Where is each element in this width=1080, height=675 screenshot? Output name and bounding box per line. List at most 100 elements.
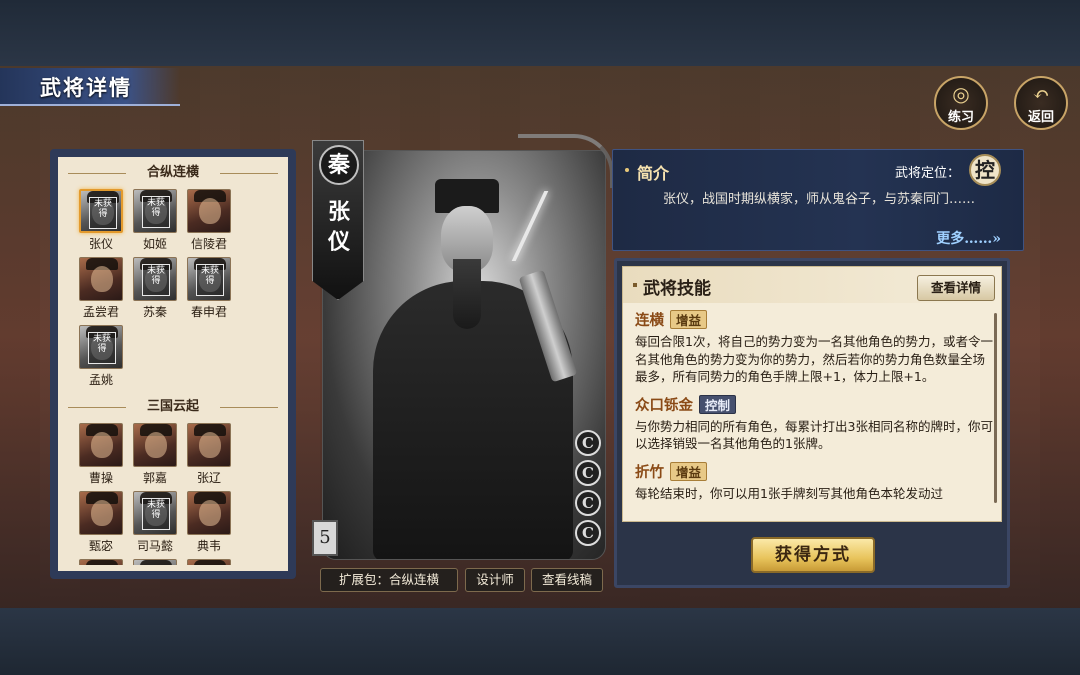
hero-list-panel: 合纵连横 未获得 张仪 未获得 如姬 信陵君 孟尝君 未获得 苏秦 未获得 春申君 未获得 孟姚 三国云起… xyxy=(50,149,296,579)
skill-entry: 折竹 增益 每轮结束时，你可以用1张手牌刻写其他角色本轮发动过 xyxy=(635,461,995,503)
practice-button[interactable]: ◎ 练习 xyxy=(934,76,988,130)
page-title: 武将详情 xyxy=(40,75,132,100)
back-arrow-icon: ↶ xyxy=(1032,82,1050,106)
hero-portrait xyxy=(79,491,123,535)
skills-panel: 武将技能 查看详情 连横 增益 每回合限1次，将自己的势力变为一名其他角色的势力，或… xyxy=(614,258,1010,588)
hero-slot[interactable]: 未获得 春申君 xyxy=(182,255,236,323)
hp-icon: C xyxy=(575,520,601,546)
hero-card-name: 张仪 xyxy=(327,199,350,255)
skills-scrollbar[interactable] xyxy=(994,313,997,503)
hero-card-art xyxy=(322,150,606,560)
kingdom-tag: 秦 张仪 xyxy=(312,140,364,300)
hero-name: 孟尝君 xyxy=(82,305,119,319)
skill-name: 折竹 xyxy=(635,463,664,481)
hero-name: 孟姚 xyxy=(88,373,113,387)
hero-grid: 曹操郭嘉张辽甄宓未获得司马懿典韦许褚未获得荀彧 xyxy=(62,419,284,565)
hero-slot[interactable]: 未获得 如姬 xyxy=(128,187,182,255)
locked-stamp: 未获得 xyxy=(142,196,170,228)
position-label: 武将定位： xyxy=(895,166,961,181)
hero-name: 典韦 xyxy=(196,539,221,553)
hero-slot[interactable]: 张辽 xyxy=(182,421,236,489)
hero-slot[interactable]: 未获得荀彧 xyxy=(128,557,182,565)
hero-slot[interactable]: 未获得 孟姚 xyxy=(74,323,128,391)
hero-name: 苏秦 xyxy=(142,305,167,319)
hp-indicator: CCCC xyxy=(575,430,603,550)
skill-entry: 连横 增益 每回合限1次，将自己的势力变为一名其他角色的势力，或者令一名其他角色的势… xyxy=(635,309,995,386)
skill-text: 与你势力相同的所有角色，每累计打出3张相同名称的牌时，你可以选择销毁一名其他角色… xyxy=(635,418,993,452)
designer-button[interactable]: 设计师 xyxy=(465,568,525,592)
hero-portrait xyxy=(187,423,231,467)
hp-icon: C xyxy=(575,430,601,456)
bullet-icon xyxy=(625,168,629,172)
obtain-method-button[interactable]: 获得方式 xyxy=(751,537,875,573)
hero-card: 秦 张仪 CCCC 5 xyxy=(312,134,614,564)
card-buttons: 扩展包：合纵连横 设计师 查看线稿 xyxy=(320,568,610,592)
hero-slot[interactable]: 未获得 苏秦 xyxy=(128,255,182,323)
bottom-bar xyxy=(0,608,1080,675)
hero-name: 张仪 xyxy=(88,237,113,251)
hero-slot[interactable]: 曹操 xyxy=(74,421,128,489)
hero-portrait: 未获得 xyxy=(187,257,231,301)
target-icon: ◎ xyxy=(952,82,970,106)
skills-content[interactable]: 武将技能 查看详情 连横 增益 每回合限1次，将自己的势力变为一名其他角色的势力，或… xyxy=(622,266,1002,522)
hero-name: 信陵君 xyxy=(190,237,227,251)
hero-slot[interactable]: 未获得 司马懿 xyxy=(128,489,182,557)
skill-name: 连横 xyxy=(635,312,664,329)
locked-stamp: 未获得 xyxy=(196,264,224,296)
hero-figure-beard xyxy=(453,259,481,329)
hero-portrait: 未获得 xyxy=(79,325,123,369)
hero-name: 张辽 xyxy=(196,471,221,485)
hero-slot[interactable]: 甄宓 xyxy=(74,489,128,557)
hero-portrait xyxy=(187,559,231,565)
hero-list[interactable]: 合纵连横 未获得 张仪 未获得 如姬 信陵君 孟尝君 未获得 苏秦 未获得 春申君 未获得 孟姚 三国云起… xyxy=(62,161,284,565)
hero-name: 春申君 xyxy=(190,305,227,319)
expansion-button[interactable]: 扩展包：合纵连横 xyxy=(320,568,458,592)
back-label: 返回 xyxy=(1027,110,1054,125)
locked-stamp: 未获得 xyxy=(142,264,170,296)
skill-name: 众口铄金 xyxy=(635,396,693,414)
practice-label: 练习 xyxy=(947,110,974,125)
hero-slot[interactable]: 许褚 xyxy=(74,557,128,565)
locked-stamp: 未获得 xyxy=(88,332,116,364)
skill-list: 连横 增益 每回合限1次，将自己的势力变为一名其他角色的势力，或者令一名其他角色的势… xyxy=(635,309,995,510)
hero-portrait xyxy=(133,423,177,467)
game-screen: 武将详情 ◎ 练习 ↶ 返回 合纵连横 未获得 张仪 未获得 如姬 信陵君 孟尝君 未获得 苏秦… xyxy=(0,0,1080,675)
hero-slot[interactable]: 郭嘉 xyxy=(128,421,182,489)
hero-portrait xyxy=(79,423,123,467)
skill-tag: 控制 xyxy=(699,394,737,414)
hero-name: 司马懿 xyxy=(136,539,173,553)
card-cost-badge: 5 xyxy=(312,520,338,556)
kingdom-badge: 秦 xyxy=(319,145,359,185)
hero-portrait xyxy=(187,189,231,233)
hero-slot[interactable]: 典韦 xyxy=(182,489,236,557)
skill-entry: 众口铄金 控制与你势力相同的所有角色，每累计打出3张相同名称的牌时，你可以选择销毁… xyxy=(635,394,995,453)
hero-name: 郭嘉 xyxy=(142,471,167,485)
top-bar xyxy=(0,0,1080,66)
hero-portrait: 未获得 xyxy=(133,559,177,565)
more-link[interactable]: 更多……» xyxy=(936,228,1001,248)
group-header: 合纵连横 xyxy=(62,161,284,185)
hero-portrait xyxy=(79,257,123,301)
skill-text: 每轮结束时，你可以用1张手牌刻写其他角色本轮发动过 xyxy=(635,485,943,501)
lightning-art xyxy=(511,191,549,261)
hp-icon: C xyxy=(575,460,601,486)
hero-slot[interactable]: 孟尝君 xyxy=(74,255,128,323)
hero-slot[interactable]: 未获得 张仪 xyxy=(74,187,128,255)
skills-header: 武将技能 查看详情 xyxy=(623,267,1001,303)
back-button[interactable]: ↶ 返回 xyxy=(1014,76,1068,130)
view-sketch-button[interactable]: 查看线稿 xyxy=(531,568,603,592)
hero-portrait xyxy=(79,559,123,565)
position-badge: 控 xyxy=(969,154,1001,186)
view-details-button[interactable]: 查看详情 xyxy=(917,275,995,301)
hero-portrait: 未获得 xyxy=(79,189,123,233)
skill-tag: 增益 xyxy=(670,310,708,329)
dragon-ornament xyxy=(518,134,614,188)
hero-slot[interactable]: 信陵君 xyxy=(182,187,236,255)
hero-name: 曹操 xyxy=(88,471,113,485)
title-banner: 武将详情 xyxy=(0,68,180,106)
hero-slot[interactable] xyxy=(182,557,236,565)
intro-panel: 简介 武将定位： 控 张仪，战国时期纵横家，师从鬼谷子，与苏秦同门…… 更多……… xyxy=(612,149,1024,251)
hero-portrait: 未获得 xyxy=(133,189,177,233)
hero-portrait: 未获得 xyxy=(133,257,177,301)
hero-portrait xyxy=(187,491,231,535)
